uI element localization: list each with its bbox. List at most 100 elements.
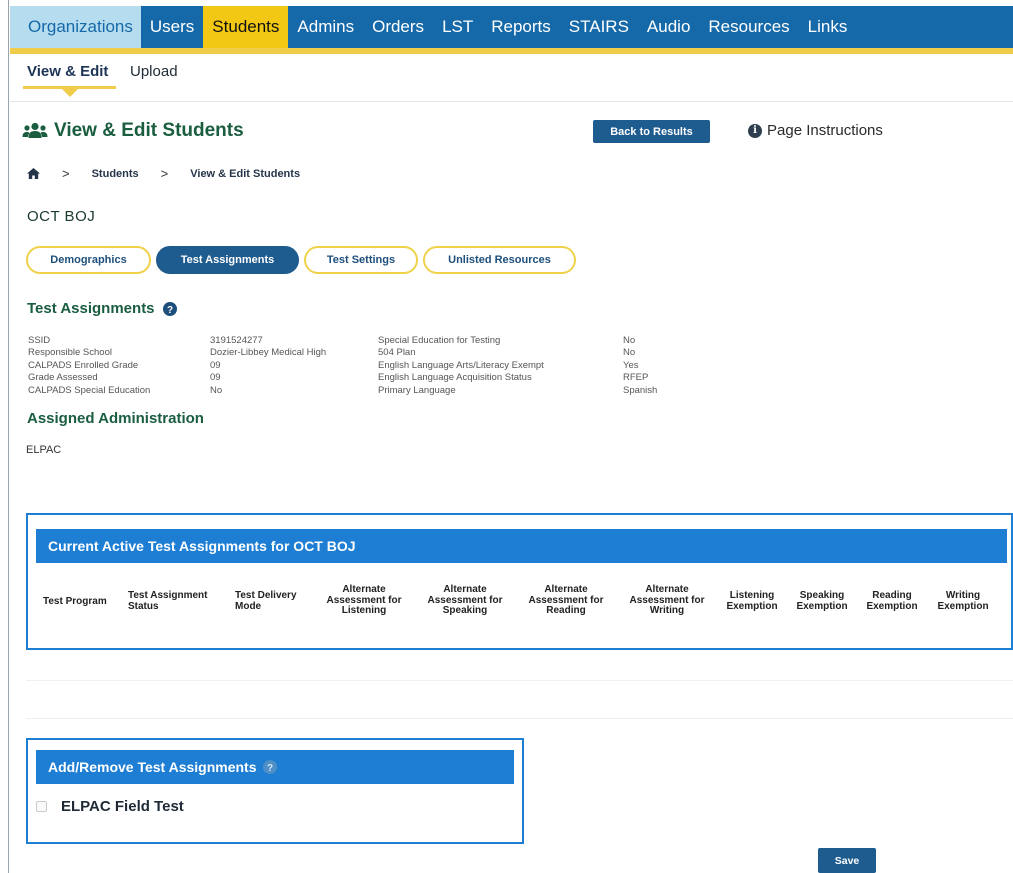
subnav-upload[interactable]: Upload bbox=[130, 63, 178, 80]
nav-resources[interactable]: Resources bbox=[699, 6, 798, 48]
col-speaking-exemption-line1: Speaking bbox=[799, 590, 845, 601]
back-to-results-button[interactable]: Back to Results bbox=[593, 120, 710, 143]
col-test-program: Test Program bbox=[43, 596, 107, 608]
col-alt-speaking-line1: Alternate bbox=[443, 584, 487, 595]
nav-orders[interactable]: Orders bbox=[363, 6, 433, 48]
page-title-text: View & Edit Students bbox=[54, 120, 244, 141]
add-remove-title: Add/Remove Test Assignments bbox=[48, 759, 257, 775]
label-primary-language: Primary Language bbox=[378, 384, 456, 396]
value-grade-assessed: 09 bbox=[210, 372, 221, 384]
col-alt-speaking: Alternate Assessment for Speaking bbox=[419, 584, 511, 617]
col-reading-exemption: Reading Exemption bbox=[861, 590, 923, 612]
col-listening-exemption-line1: Listening bbox=[729, 590, 775, 601]
label-special-ed-testing: Special Education for Testing bbox=[378, 335, 501, 346]
breadcrumb: > Students > View & Edit Students bbox=[27, 166, 300, 181]
info-right-values: No No Yes RFEP Spanish bbox=[623, 335, 657, 397]
tab-test-assignments[interactable]: Test Assignments bbox=[156, 246, 299, 274]
save-button[interactable]: Save bbox=[818, 848, 876, 873]
value-504-plan: No bbox=[623, 347, 636, 359]
col-speaking-exemption: Speaking Exemption bbox=[791, 590, 853, 612]
help-icon[interactable]: ? bbox=[162, 301, 177, 316]
value-responsible-school: Dozier-Libbey Medical High bbox=[210, 347, 327, 359]
info-icon: i bbox=[748, 123, 762, 138]
help-icon[interactable]: ? bbox=[262, 760, 277, 774]
label-grade-assessed: Grade Assessed bbox=[28, 372, 98, 384]
col-alt-reading: Alternate Assessment for Reading bbox=[520, 584, 612, 617]
chevron-right-icon: > bbox=[160, 166, 169, 181]
svg-text:?: ? bbox=[266, 763, 272, 774]
chevron-right-icon: > bbox=[62, 166, 70, 181]
divider-line bbox=[26, 718, 1013, 719]
info-right-labels: Special Education for Testing 504 Plan E… bbox=[378, 335, 544, 397]
col-reading-exemption-line1: Reading bbox=[872, 590, 912, 601]
col-alt-writing: Alternate Assessment for Writing bbox=[621, 584, 713, 617]
nav-students[interactable]: Students bbox=[203, 6, 289, 48]
add-remove-assignments-panel: Add/Remove Test Assignments ? ELPAC Fiel… bbox=[26, 738, 524, 844]
test-assignments-title: Test Assignments bbox=[27, 300, 155, 317]
nav-lst[interactable]: LST bbox=[433, 6, 482, 48]
page-instructions-label: Page Instructions bbox=[767, 122, 883, 139]
info-left-labels: SSID Responsible School CALPADS Enrolled… bbox=[28, 335, 150, 397]
col-speaking-exemption-line2: Exemption bbox=[796, 600, 848, 612]
label-enrolled-grade: CALPADS Enrolled Grade bbox=[28, 359, 139, 371]
info-left-values: 3191524277 Dozier-Libbey Medical High 09… bbox=[210, 335, 326, 397]
nav-admins[interactable]: Admins bbox=[288, 6, 363, 48]
col-alt-writing-line3: Writing bbox=[649, 605, 685, 616]
col-listening-exemption: Listening Exemption bbox=[721, 590, 783, 612]
assigned-administration-value: ELPAC bbox=[26, 444, 62, 456]
col-alt-reading-line1: Alternate bbox=[544, 584, 588, 595]
page-instructions-link[interactable]: i Page Instructions bbox=[748, 122, 883, 139]
value-ela-exempt: Yes bbox=[623, 359, 639, 371]
sub-navigation: View & Edit Upload bbox=[10, 54, 1013, 102]
col-delivery-mode: Test Delivery Mode bbox=[235, 590, 297, 612]
value-primary-language: Spanish bbox=[623, 384, 658, 396]
col-alt-listening: Alternate Assessment for Listening bbox=[318, 584, 410, 617]
add-remove-header: Add/Remove Test Assignments ? bbox=[36, 750, 514, 784]
elpac-field-test-label: ELPAC Field Test bbox=[61, 798, 184, 815]
col-alt-listening-line1: Alternate bbox=[342, 584, 386, 595]
value-ssid: 3191524277 bbox=[210, 335, 263, 346]
label-special-education: CALPADS Special Education bbox=[28, 384, 151, 396]
label-language-status: English Language Acquisition Status bbox=[378, 372, 532, 384]
col-assignment-status-line2: Status bbox=[128, 600, 159, 612]
col-writing-exemption-line1: Writing bbox=[945, 590, 981, 601]
col-writing-exemption-line2: Exemption bbox=[937, 600, 989, 612]
col-writing-exemption: Writing Exemption bbox=[931, 590, 995, 612]
breadcrumb-students[interactable]: Students bbox=[92, 168, 139, 180]
nav-stairs[interactable]: STAIRS bbox=[560, 6, 638, 48]
col-reading-exemption-line2: Exemption bbox=[866, 600, 918, 612]
tab-unlisted-resources[interactable]: Unlisted Resources bbox=[423, 246, 576, 274]
value-enrolled-grade: 09 bbox=[210, 359, 221, 371]
nav-organizations[interactable]: Organizations bbox=[10, 6, 141, 48]
col-alt-reading-line3: Reading bbox=[546, 605, 586, 616]
home-icon[interactable] bbox=[27, 168, 40, 179]
active-assignments-panel: Current Active Test Assignments for OCT … bbox=[26, 513, 1013, 650]
label-504-plan: 504 Plan bbox=[378, 347, 416, 359]
elpac-field-test-option[interactable]: ELPAC Field Test bbox=[36, 798, 184, 815]
tab-demographics[interactable]: Demographics bbox=[26, 246, 151, 274]
subnav-view-edit[interactable]: View & Edit bbox=[27, 63, 108, 80]
col-assignment-status: Test Assignment Status bbox=[128, 590, 208, 612]
col-alt-writing-line1: Alternate bbox=[645, 584, 689, 595]
assigned-administration-heading: Assigned Administration bbox=[27, 410, 204, 427]
tab-test-settings[interactable]: Test Settings bbox=[304, 246, 418, 274]
divider-line bbox=[26, 680, 1013, 681]
col-assignment-status-line1: Test Assignment bbox=[128, 590, 208, 601]
breadcrumb-view-edit-students[interactable]: View & Edit Students bbox=[190, 168, 300, 180]
student-tabs: Demographics Test Assignments Test Setti… bbox=[26, 246, 576, 274]
col-alt-speaking-line3: Speaking bbox=[442, 605, 488, 616]
label-ela-exempt: English Language Arts/Literacy Exempt bbox=[378, 359, 544, 371]
nav-reports[interactable]: Reports bbox=[482, 6, 560, 48]
nav-audio[interactable]: Audio bbox=[638, 6, 699, 48]
nav-links[interactable]: Links bbox=[799, 6, 857, 48]
subnav-active-caret bbox=[62, 89, 78, 97]
col-delivery-mode-line1: Test Delivery bbox=[235, 590, 297, 601]
elpac-field-test-checkbox[interactable] bbox=[36, 801, 47, 812]
value-language-status: RFEP bbox=[623, 372, 649, 384]
col-delivery-mode-line2: Mode bbox=[235, 600, 262, 612]
svg-text:?: ? bbox=[166, 304, 172, 315]
label-ssid: SSID bbox=[28, 335, 51, 346]
col-test-program-line1: Test Program bbox=[43, 596, 107, 607]
col-alt-listening-line3: Listening bbox=[341, 605, 387, 616]
nav-users[interactable]: Users bbox=[141, 6, 203, 48]
